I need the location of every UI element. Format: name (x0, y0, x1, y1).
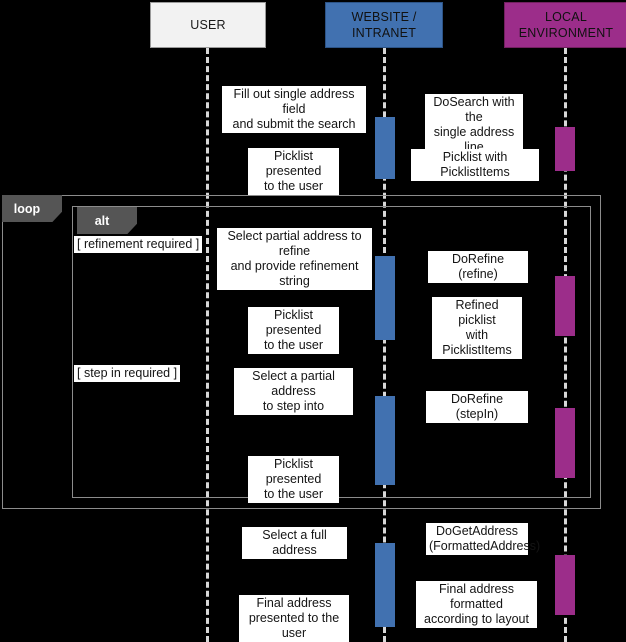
message-do-search: DoSearch with the single address line (425, 94, 523, 156)
message-do-refine-stepin: DoRefine (stepIn) (426, 391, 528, 423)
participant-website-label: WEBSITE / INTRANET (351, 10, 417, 40)
guard-step-in-required: [ step in required ] (74, 365, 181, 382)
message-picklist-presented-1: Picklist presented to the user (248, 148, 339, 195)
message-fill-out-address: Fill out single address field and submit… (222, 86, 366, 133)
participant-user-label: USER (190, 18, 226, 32)
message-select-full-address: Select a full address (242, 527, 347, 559)
activation-website-getaddress (375, 543, 395, 627)
message-picklist-presented-2: Picklist presented to the user (248, 307, 339, 354)
message-final-address-presented: Final address presented to the user (239, 595, 349, 642)
activation-website-stepin (375, 396, 395, 485)
participant-user[interactable]: USER (150, 2, 266, 48)
message-final-address-formatted: Final address formatted according to lay… (416, 581, 537, 628)
activation-local-refine (555, 276, 575, 336)
activation-website-refine (375, 256, 395, 340)
participant-local-label: LOCAL ENVIRONMENT (518, 10, 614, 40)
message-select-partial-stepin: Select a partial address to step into (234, 368, 353, 415)
fragment-loop-label: loop (2, 195, 62, 222)
message-select-partial-refine: Select partial address to refine and pro… (217, 228, 372, 290)
sequence-diagram: loop alt [ refinement required ] [ step … (0, 0, 626, 642)
message-picklist-presented-3: Picklist presented to the user (248, 456, 339, 503)
message-picklist-with-items: Picklist with PicklistItems (411, 149, 539, 181)
fragment-alt-label: alt (77, 207, 137, 234)
guard-refinement-required: [ refinement required ] (74, 236, 203, 253)
message-do-get-address: DoGetAddress (FormattedAddress) (426, 523, 540, 555)
participant-website[interactable]: WEBSITE / INTRANET (325, 2, 443, 48)
activation-local-stepin (555, 408, 575, 478)
message-refined-picklist: Refined picklist with PicklistItems (432, 297, 522, 359)
participant-local-environment[interactable]: LOCAL ENVIRONMENT (504, 2, 626, 48)
activation-local-search (555, 127, 575, 171)
activation-website-search (375, 117, 395, 179)
message-do-refine: DoRefine (refine) (428, 251, 528, 283)
activation-local-getaddress (555, 555, 575, 615)
